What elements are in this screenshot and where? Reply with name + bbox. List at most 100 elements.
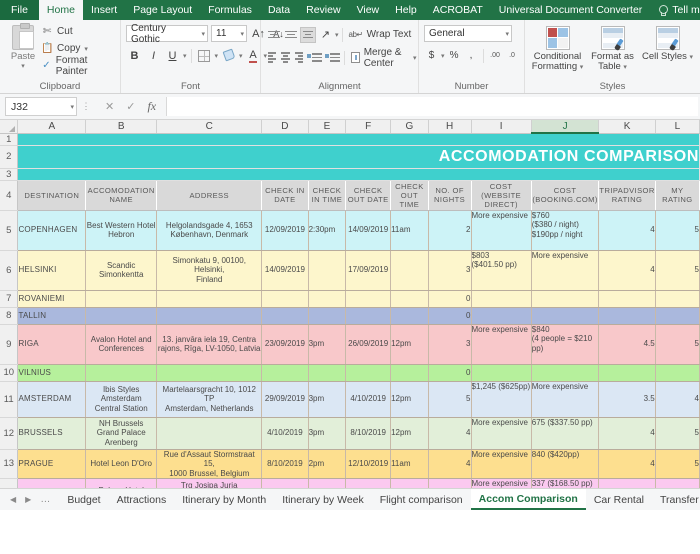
cell-cost-booking[interactable] (531, 290, 599, 307)
cell-my-rating[interactable]: 5 (655, 449, 699, 479)
decrease-decimal-button[interactable]: .0 (505, 47, 520, 64)
previous-sheet-button[interactable]: ◀ (10, 495, 16, 504)
ribbon-tab-data[interactable]: Data (260, 0, 298, 20)
cell-destination[interactable]: RIGA (18, 324, 86, 364)
row-header-13[interactable]: 13 (0, 449, 18, 479)
column-header-a[interactable]: A (18, 120, 86, 133)
underline-button[interactable]: U (164, 48, 181, 65)
cell-tripadvisor[interactable] (599, 364, 655, 381)
cell-checkin-time[interactable]: 3pm (308, 417, 346, 449)
cell-cost-direct[interactable]: $803 ($401.50 pp) (471, 250, 531, 290)
insert-function-button[interactable]: fx (147, 99, 156, 114)
sheet-tab-accom-comparison[interactable]: Accom Comparison (471, 489, 586, 510)
orientation-button[interactable]: ↗ (317, 26, 334, 43)
cell-checkin-date[interactable]: 29/09/2019 (262, 381, 308, 417)
cell-checkout-date[interactable] (346, 290, 391, 307)
cell-checkout-date[interactable] (346, 307, 391, 324)
cell-address[interactable]: Helgolandsgade 4, 1653 København, Denmar… (157, 210, 262, 250)
merge-dropdown-arrow[interactable]: ▾ (413, 54, 417, 62)
cell-checkout-time[interactable]: 12pm (391, 324, 429, 364)
cell-cost-direct[interactable]: $1,245 ($625pp) (471, 381, 531, 417)
cell-checkin-time[interactable] (308, 307, 346, 324)
column-header-check-in-date[interactable]: CHECK IN DATE (262, 180, 308, 210)
cell-checkin-time[interactable]: 3pm (308, 381, 346, 417)
font-color-button[interactable]: A (245, 48, 262, 65)
more-sheets-button[interactable]: … (40, 494, 51, 505)
cell-tripadvisor[interactable]: 4 (599, 250, 655, 290)
paste-dropdown-arrow[interactable]: ▾ (5, 62, 41, 70)
underline-dropdown-arrow[interactable]: ▾ (183, 52, 187, 60)
cell-styles-button[interactable]: Cell Styles ▾ (640, 24, 695, 63)
column-header-tripadvisor-rating[interactable]: TRIPADVISOR RATING (599, 180, 655, 210)
title-band-bottom[interactable] (18, 168, 700, 180)
cell-checkin-date[interactable]: 12/09/2019 (262, 210, 308, 250)
sheet-tab-itinerary-by-week[interactable]: Itinerary by Week (274, 489, 372, 510)
cell-checkin-time[interactable]: 3pm (308, 324, 346, 364)
cell-cost-direct[interactable]: More expensive (471, 324, 531, 364)
sheet-tab-itinerary-by-month[interactable]: Itinerary by Month (174, 489, 274, 510)
sheet-tab-budget[interactable]: Budget (59, 489, 108, 510)
merge-center-button[interactable]: Merge & Center ▾ (348, 49, 417, 66)
table-row[interactable]: 12BRUSSELSNH Brussels Grand Palace Arenb… (0, 417, 700, 449)
format-as-table-arrow[interactable]: ▾ (623, 64, 627, 71)
cell-my-rating[interactable]: 5 (655, 210, 699, 250)
cell-nights[interactable]: 3 (428, 250, 471, 290)
fill-color-dropdown-arrow[interactable]: ▾ (239, 52, 243, 60)
cell-checkout-date[interactable]: 12/10/2019 (346, 449, 391, 479)
cell-checkout-date[interactable]: 8/10/2019 (346, 417, 391, 449)
cell-checkin-date[interactable] (262, 290, 308, 307)
column-header-d[interactable]: D (262, 120, 308, 133)
cell-checkout-time[interactable]: 12pm (391, 417, 429, 449)
column-header-no-of-nights[interactable]: NO. OF NIGHTS (428, 180, 471, 210)
cell-checkout-date[interactable] (346, 364, 391, 381)
cell-nights[interactable]: 0 (428, 364, 471, 381)
column-header-check-out-time[interactable]: CHECK OUT TIME (391, 180, 429, 210)
number-format-combo[interactable]: General ▾ (424, 25, 512, 42)
cell-checkout-time[interactable]: 11am (391, 210, 429, 250)
align-bottom-button[interactable] (300, 27, 316, 43)
sheet-tab-flight-comparison[interactable]: Flight comparison (372, 489, 471, 510)
align-top-button[interactable] (266, 27, 282, 43)
italic-button[interactable]: I (145, 48, 162, 65)
table-row[interactable]: 8TALLIN0 (0, 307, 700, 324)
row-header-3[interactable]: 3 (0, 168, 18, 180)
decrease-indent-button[interactable] (306, 49, 323, 66)
cell-checkin-date[interactable]: 14/09/2019 (262, 250, 308, 290)
cell-checkin-date[interactable]: 8/10/2019 (262, 449, 308, 479)
cell-address[interactable] (157, 290, 262, 307)
cell-address[interactable]: 13. janvāra iela 19, Centra rajons, Rīga… (157, 324, 262, 364)
column-header-accomodation-name[interactable]: ACCOMODATION NAME (86, 180, 157, 210)
font-name-arrow[interactable]: ▾ (197, 30, 205, 38)
row-header-10[interactable]: 10 (0, 364, 18, 381)
table-row[interactable]: 10VILNIUS0 (0, 364, 700, 381)
row-header-8[interactable]: 8 (0, 307, 18, 324)
cell-name[interactable]: Scandic Simonkentta (86, 250, 157, 290)
tell-me-search[interactable]: Tell me what you want to do (650, 0, 700, 20)
table-row[interactable]: 13PRAGUEHotel Leon D'OroRue d'Assaut Sto… (0, 449, 700, 479)
align-center-button[interactable] (279, 50, 291, 66)
align-left-button[interactable] (266, 50, 278, 66)
ribbon-tab-view[interactable]: View (349, 0, 388, 20)
cell-name[interactable] (86, 307, 157, 324)
ribbon-tab-home[interactable]: Home (39, 0, 83, 20)
column-header-e[interactable]: E (308, 120, 346, 133)
cell-cost-direct[interactable] (471, 364, 531, 381)
conditional-formatting-button[interactable]: Conditional Formatting ▾ (530, 24, 585, 73)
column-header-check-in-time[interactable]: CHECK IN TIME (308, 180, 346, 210)
cell-checkin-time[interactable] (308, 364, 346, 381)
select-all-corner[interactable] (0, 120, 18, 133)
cell-nights[interactable]: 4 (428, 417, 471, 449)
cell-checkin-date[interactable] (262, 307, 308, 324)
cell-address[interactable] (157, 364, 262, 381)
cell-destination[interactable]: COPENHAGEN (18, 210, 86, 250)
cell-my-rating[interactable]: 4 (655, 381, 699, 417)
cell-cost-booking[interactable]: 840 ($420pp) (531, 449, 599, 479)
row-header-4[interactable]: 4 (0, 180, 18, 210)
spreadsheet-grid[interactable]: A B C D E F G H I J K L 1 2 ACCOMODATION… (0, 120, 700, 510)
cell-checkin-time[interactable] (308, 290, 346, 307)
formula-input[interactable] (166, 97, 698, 116)
cell-nights[interactable]: 2 (428, 210, 471, 250)
cell-destination[interactable]: TALLIN (18, 307, 86, 324)
column-header-b[interactable]: B (86, 120, 157, 133)
currency-dropdown-arrow[interactable]: ▾ (441, 52, 445, 60)
